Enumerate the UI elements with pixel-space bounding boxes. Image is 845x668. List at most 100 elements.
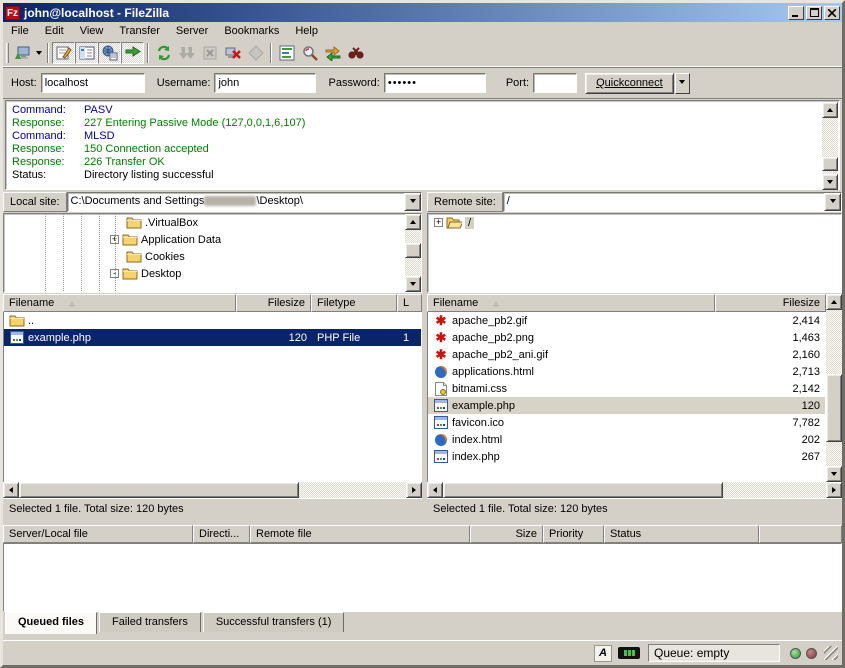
expand-icon[interactable]: + [434,218,443,227]
header-filesize[interactable]: Filesize [236,294,311,312]
scroll-down-button[interactable] [826,466,842,482]
titlebar[interactable]: Fz john@localhost - FileZilla [3,3,842,22]
header-filename[interactable]: Filename [427,294,715,312]
header-filename[interactable]: Filename [3,294,236,312]
minimize-button[interactable] [788,6,804,20]
resize-grip[interactable] [824,646,838,660]
menu-view[interactable]: View [72,23,112,39]
quickconnect-button[interactable]: Quickconnect [585,73,674,94]
header-priority[interactable]: Priority [543,525,604,543]
scroll-left-button[interactable] [427,482,443,498]
tree-item-virtualbox[interactable]: .VirtualBox [4,214,421,231]
scroll-thumb[interactable] [405,243,421,258]
maximize-button[interactable] [806,6,822,20]
remote-vscrollbar[interactable] [826,294,842,482]
menu-help[interactable]: Help [287,23,326,39]
file-row[interactable]: ✱apache_pb2_ani.gif2,160 [428,346,825,363]
toggle-remote-tree-button[interactable] [98,42,121,64]
scroll-up-button[interactable] [822,102,838,118]
password-input[interactable] [384,73,486,93]
scroll-right-button[interactable] [826,482,842,498]
tree-item-application-data[interactable]: + Application Data [4,231,421,248]
local-tree[interactable]: .VirtualBox + Application Data Cookies -… [3,213,422,293]
tab-failed-transfers[interactable]: Failed transfers [99,612,201,632]
transfer-type-indicator[interactable]: A [594,645,612,662]
header-direction[interactable]: Directi... [193,525,250,543]
scroll-left-button[interactable] [3,482,19,498]
cancel-button[interactable] [198,42,221,64]
tab-queued-files[interactable]: Queued files [5,612,97,634]
scroll-right-button[interactable] [406,482,422,498]
tree-item-desktop[interactable]: - Desktop [4,265,421,282]
tree-item-root[interactable]: + / [428,214,841,231]
css-file-icon [433,382,449,396]
username-input[interactable] [214,73,316,93]
site-manager-button[interactable] [11,42,34,64]
file-row-parent-dir[interactable]: .. [4,312,421,329]
remote-hscrollbar[interactable] [427,482,842,498]
file-row[interactable]: ✱apache_pb2.gif2,414 [428,312,825,329]
scroll-thumb[interactable] [443,482,723,498]
disconnect-button[interactable] [221,42,244,64]
tree-item-cookies[interactable]: Cookies [4,248,421,265]
reconnect-button[interactable] [244,42,267,64]
synchronized-browsing-button[interactable] [321,42,344,64]
local-tree-scrollbar[interactable] [405,214,421,292]
port-input[interactable] [533,73,577,93]
tab-successful-transfers[interactable]: Successful transfers (1) [203,612,345,632]
remote-site-combo[interactable]: / [503,192,842,212]
local-hscrollbar[interactable] [3,482,422,498]
remote-list-body[interactable]: ✱apache_pb2.gif2,414 ✱apache_pb2.png1,46… [427,312,826,482]
scroll-down-button[interactable] [822,174,838,190]
site-manager-dropdown[interactable] [34,42,44,64]
header-last-modified[interactable]: L [397,294,422,312]
scroll-thumb[interactable] [19,482,299,498]
scroll-thumb[interactable] [826,374,842,442]
refresh-button[interactable] [152,42,175,64]
remote-site-dropdown[interactable] [824,193,841,211]
host-input[interactable] [41,73,145,93]
quickconnect-dropdown[interactable] [675,73,690,94]
scroll-up-button[interactable] [405,214,421,230]
header-server-local-file[interactable]: Server/Local file [3,525,193,543]
header-filesize[interactable]: Filesize [715,294,826,312]
scroll-down-button[interactable] [405,276,421,292]
header-remote-file[interactable]: Remote file [250,525,470,543]
file-row[interactable]: index.html202 [428,431,825,448]
directory-comparison-button[interactable] [298,42,321,64]
message-log[interactable]: Command:PASV Response:227 Entering Passi… [5,100,840,190]
log-scrollbar[interactable] [822,102,838,190]
file-row-example-php[interactable]: example.php 120 PHP File 1 [4,329,421,346]
file-row[interactable]: applications.html2,713 [428,363,825,380]
header-blank [759,525,842,543]
remote-tree[interactable]: + / [427,213,842,293]
find-files-button[interactable] [344,42,367,64]
header-filetype[interactable]: Filetype [311,294,397,312]
menu-transfer[interactable]: Transfer [111,23,168,39]
remote-selection-status: Selected 1 file. Total size: 120 bytes [427,498,842,518]
menu-file[interactable]: File [3,23,37,39]
close-button[interactable] [824,6,840,20]
filter-button[interactable] [275,42,298,64]
local-site-combo[interactable]: C:\Documents and Settings\Desktop\ [67,192,422,212]
local-site-dropdown[interactable] [404,193,421,211]
menu-bookmarks[interactable]: Bookmarks [216,23,287,39]
file-row-selected[interactable]: example.php120 [428,397,825,414]
toggle-queue-button[interactable] [121,42,144,64]
header-size[interactable]: Size [470,525,543,543]
speed-limit-indicator-icon[interactable] [618,647,640,659]
process-queue-button[interactable] [175,42,198,64]
scroll-up-button[interactable] [826,294,842,310]
toggle-local-tree-button[interactable] [75,42,98,64]
queue-body[interactable] [3,543,842,612]
toggle-message-log-button[interactable] [52,42,75,64]
file-row[interactable]: ✱apache_pb2.png1,463 [428,329,825,346]
menu-server[interactable]: Server [168,23,216,39]
menu-edit[interactable]: Edit [37,23,72,39]
file-row[interactable]: index.php267 [428,448,825,465]
file-row[interactable]: bitnami.css2,142 [428,380,825,397]
local-list-body[interactable]: .. example.php 120 PHP File 1 [3,312,422,482]
header-status[interactable]: Status [604,525,759,543]
file-row[interactable]: favicon.ico7,782 [428,414,825,431]
scroll-thumb[interactable] [822,157,838,171]
